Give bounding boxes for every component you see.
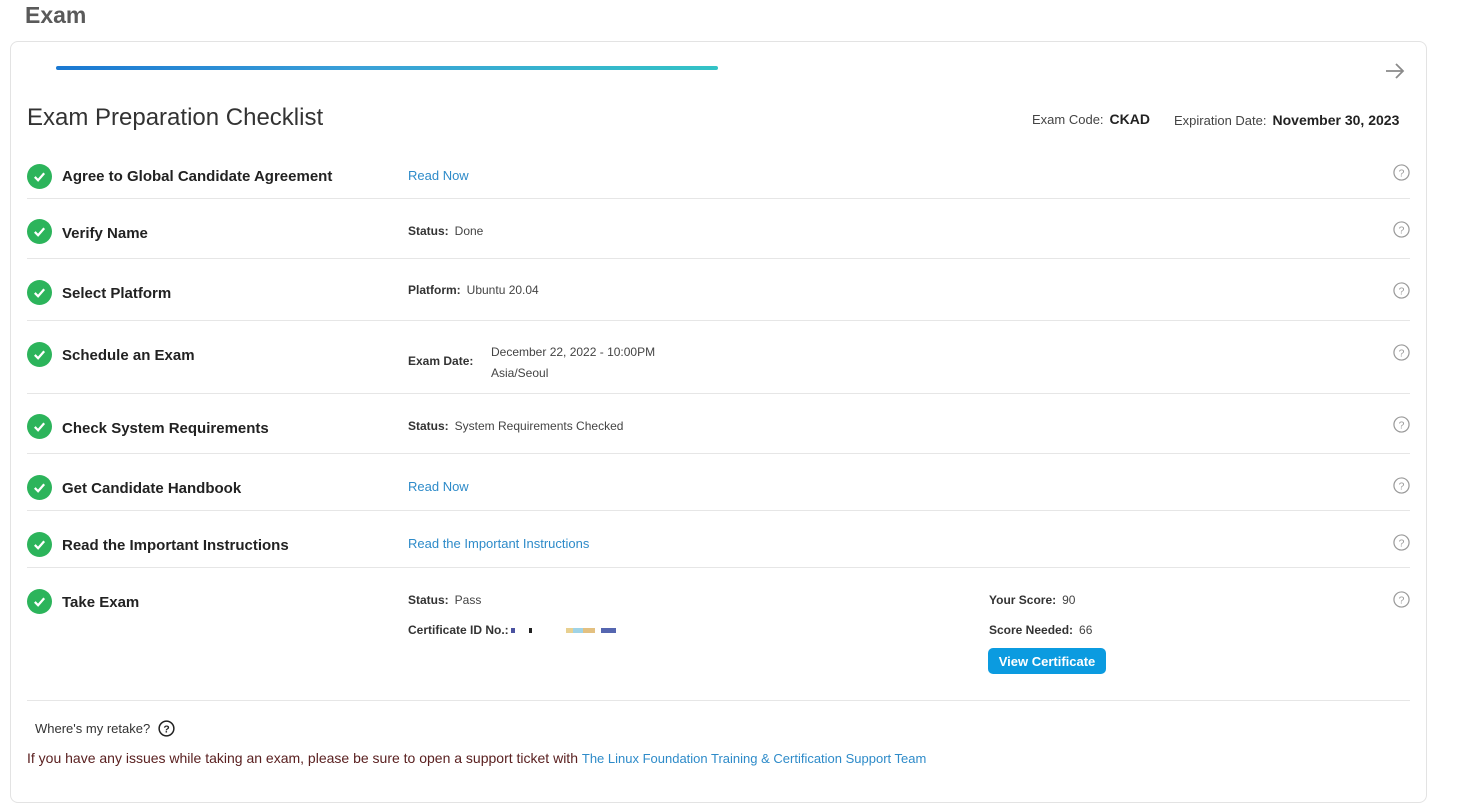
- svg-text:?: ?: [1399, 286, 1405, 297]
- help-circle-icon[interactable]: ?: [1393, 221, 1410, 238]
- checklist-row-schedule: Schedule an Exam Exam Date: December 22,…: [27, 321, 1410, 394]
- expiration-value: November 30, 2023: [1272, 112, 1400, 128]
- check-circle-icon: [27, 532, 52, 557]
- certificate-id: Certificate ID No.:: [408, 623, 616, 637]
- score-needed: Score Needed: 66: [989, 623, 1092, 637]
- take-exam-status: Status: Pass: [408, 593, 481, 607]
- task-label: Take Exam: [62, 594, 140, 611]
- expiration-date: Expiration Date: November 30, 2023: [1174, 112, 1399, 128]
- exam-date-label: Exam Date:: [408, 354, 474, 368]
- svg-text:?: ?: [1399, 225, 1405, 236]
- page-title: Exam: [25, 2, 87, 28]
- exam-code-label: Exam Code:: [1032, 112, 1104, 127]
- svg-text:?: ?: [1399, 348, 1405, 359]
- checklist-row-system-req: Check System Requirements Status: System …: [27, 394, 1410, 454]
- svg-text:?: ?: [164, 724, 170, 735]
- read-instructions-link[interactable]: Read the Important Instructions: [408, 536, 589, 551]
- certificate-id-label: Certificate ID No.:: [408, 623, 509, 637]
- retake-help[interactable]: Where's my retake? ?: [35, 720, 175, 737]
- check-circle-icon: [27, 219, 52, 244]
- help-circle-icon[interactable]: ?: [1393, 534, 1410, 551]
- your-score: Your Score: 90: [989, 593, 1075, 607]
- status-value: System Requirements Checked: [454, 419, 624, 433]
- help-circle-icon[interactable]: ?: [1393, 282, 1410, 299]
- score-needed-label: Score Needed:: [989, 623, 1074, 637]
- help-circle-icon[interactable]: ?: [1393, 477, 1410, 494]
- support-team-link[interactable]: The Linux Foundation Training & Certific…: [582, 751, 926, 766]
- check-circle-icon: [27, 475, 52, 500]
- checklist-row-platform: Select Platform Platform: Ubuntu 20.04 ?: [27, 259, 1410, 321]
- checklist-row-agreement: Agree to Global Candidate Agreement Read…: [27, 155, 1410, 199]
- task-label: Select Platform: [62, 285, 172, 302]
- task-label: Schedule an Exam: [62, 347, 195, 364]
- score-value: 90: [1062, 593, 1076, 607]
- view-certificate-button[interactable]: View Certificate: [988, 648, 1106, 674]
- status-value: Pass: [454, 593, 482, 607]
- status-value: Done: [454, 224, 484, 238]
- verify-name-status: Status: Done: [408, 224, 483, 238]
- help-circle-icon[interactable]: ?: [158, 720, 175, 737]
- svg-text:?: ?: [1399, 595, 1405, 606]
- support-text: If you have any issues while taking an e…: [27, 750, 578, 766]
- checklist-row-instructions: Read the Important Instructions Read the…: [27, 511, 1410, 568]
- checklist-row-take-exam: Take Exam Status: Pass Certificate ID No.…: [27, 568, 1410, 701]
- task-label: Get Candidate Handbook: [62, 480, 242, 497]
- progress-bar: [56, 66, 718, 70]
- check-circle-icon: [27, 414, 52, 439]
- svg-text:?: ?: [1399, 168, 1405, 179]
- help-circle-icon[interactable]: ?: [1393, 591, 1410, 608]
- status-label: Status:: [408, 419, 449, 433]
- svg-text:?: ?: [1399, 420, 1405, 431]
- task-label: Agree to Global Candidate Agreement: [62, 168, 333, 185]
- help-circle-icon[interactable]: ?: [1393, 344, 1410, 361]
- svg-text:?: ?: [1399, 481, 1405, 492]
- check-circle-icon: [27, 342, 52, 367]
- exam-code-value: CKAD: [1109, 111, 1150, 127]
- platform-detail: Platform: Ubuntu 20.04: [408, 283, 539, 297]
- platform-label: Platform:: [408, 283, 461, 297]
- exam-date-value: December 22, 2022 - 10:00PM Asia/Seoul: [491, 342, 655, 384]
- help-circle-icon[interactable]: ?: [1393, 164, 1410, 181]
- checklist-row-verify-name: Verify Name Status: Done ?: [27, 199, 1410, 259]
- retake-label: Where's my retake?: [35, 721, 151, 736]
- read-agreement-link[interactable]: Read Now: [408, 168, 469, 183]
- task-label: Check System Requirements: [62, 420, 269, 437]
- checklist-card: Exam Preparation Checklist Exam Code: CKA…: [10, 41, 1427, 803]
- exam-date-timezone: Asia/Seoul: [491, 366, 549, 380]
- checklist-row-handbook: Get Candidate Handbook Read Now ?: [27, 454, 1410, 511]
- svg-text:?: ?: [1399, 538, 1405, 549]
- score-label: Your Score:: [989, 593, 1057, 607]
- platform-value: Ubuntu 20.04: [466, 283, 539, 297]
- exam-code: Exam Code: CKAD: [1032, 111, 1150, 127]
- read-handbook-link[interactable]: Read Now: [408, 479, 469, 494]
- check-circle-icon: [27, 589, 52, 614]
- task-label: Verify Name: [62, 225, 148, 242]
- status-label: Status:: [408, 224, 449, 238]
- status-label: Status:: [408, 593, 449, 607]
- check-circle-icon: [27, 164, 52, 189]
- support-note: If you have any issues while taking an e…: [27, 750, 926, 766]
- score-needed-value: 66: [1079, 623, 1093, 637]
- expiration-label: Expiration Date:: [1174, 113, 1267, 128]
- system-req-status: Status: System Requirements Checked: [408, 419, 623, 433]
- exam-date-datetime: December 22, 2022 - 10:00PM: [491, 345, 656, 359]
- help-circle-icon[interactable]: ?: [1393, 416, 1410, 433]
- certificate-id-redacted: [510, 628, 616, 634]
- arrow-right-icon[interactable]: [1383, 59, 1407, 83]
- check-circle-icon: [27, 280, 52, 305]
- task-label: Read the Important Instructions: [62, 537, 289, 554]
- checklist-title: Exam Preparation Checklist: [27, 104, 324, 131]
